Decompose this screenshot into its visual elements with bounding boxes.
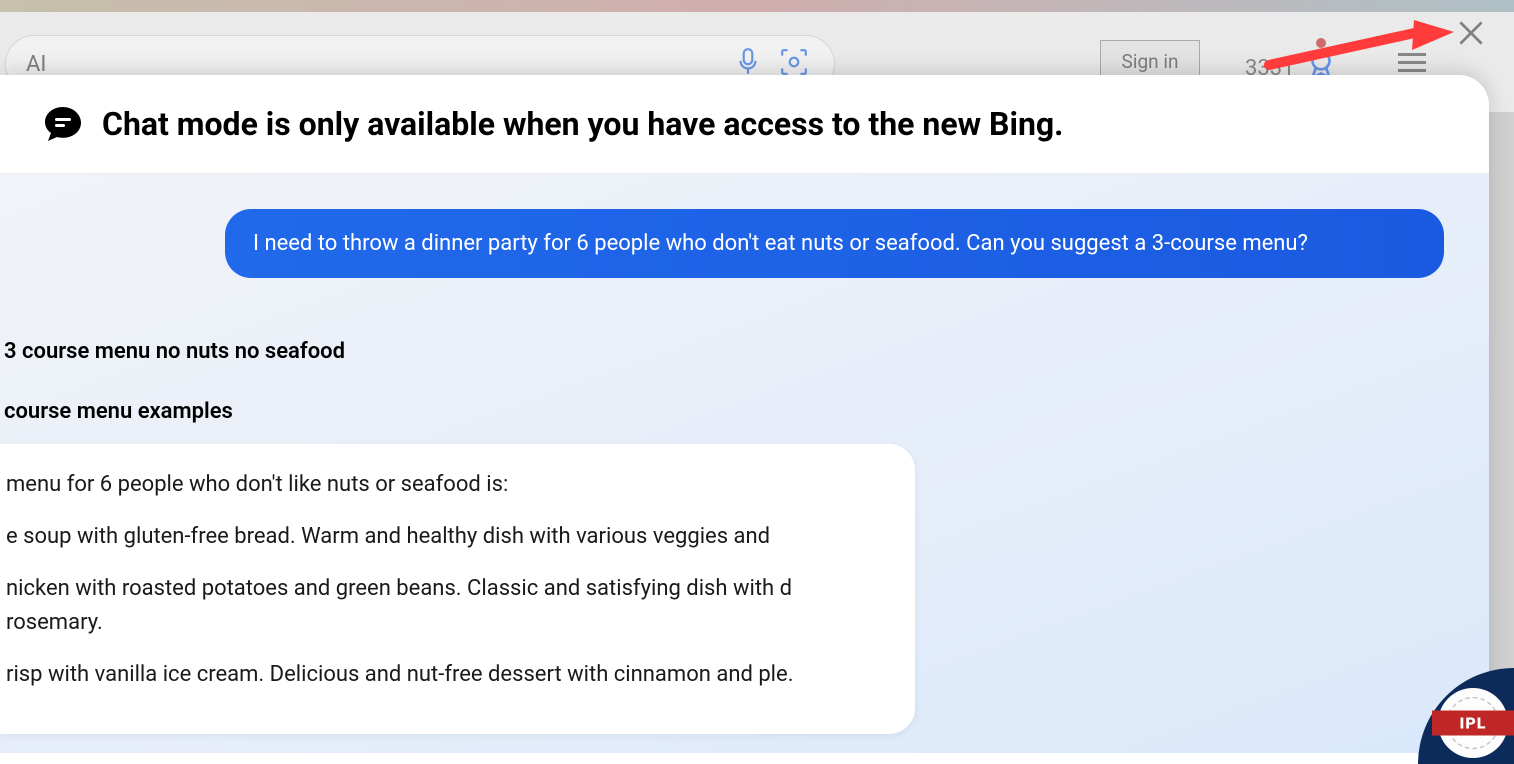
assistant-line-4: risp with vanilla ice cream. Delicious a… (6, 658, 885, 692)
search-suggestion-1: 3 course menu no nuts no seafood (4, 339, 345, 364)
user-message-bubble: I need to throw a dinner party for 6 peo… (225, 209, 1444, 278)
modal-header: Chat mode is only available when you hav… (0, 75, 1489, 174)
close-button[interactable] (1452, 14, 1490, 52)
assistant-line-2: e soup with gluten-free bread. Warm and … (6, 520, 885, 554)
sign-in-label: Sign in (1122, 50, 1179, 73)
menu-button[interactable] (1398, 48, 1426, 77)
search-suggestion-2: course menu examples (4, 399, 233, 424)
ipl-ball-icon: IPL (1438, 688, 1508, 758)
modal-heading: Chat mode is only available when you hav… (102, 105, 1063, 143)
user-message-text: I need to throw a dinner party for 6 peo… (253, 231, 1308, 256)
ipl-label: IPL (1432, 711, 1514, 736)
chat-scroll-area[interactable]: I need to throw a dinner party for 6 peo… (0, 174, 1489, 753)
search-input-text[interactable]: AI (6, 52, 735, 77)
assistant-line-3: nicken with roasted potatoes and green b… (6, 572, 885, 640)
chat-bubble-icon (42, 103, 84, 145)
assistant-message-bubble: menu for 6 people who don't like nuts or… (0, 444, 915, 734)
assistant-line-1: menu for 6 people who don't like nuts or… (6, 468, 885, 502)
chat-modal: Chat mode is only available when you hav… (0, 75, 1489, 764)
decorative-stripe (0, 0, 1514, 12)
